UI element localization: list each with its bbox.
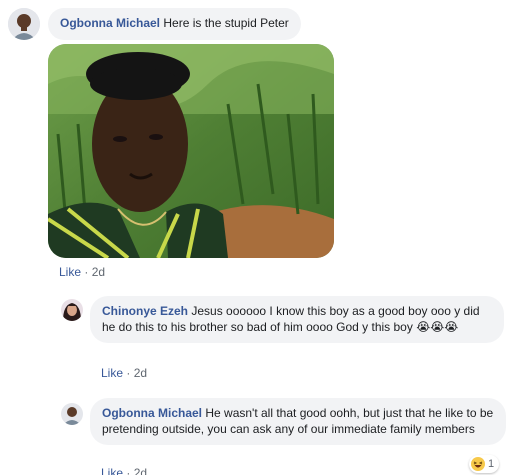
comment-author[interactable]: Ogbonna Michael (102, 406, 202, 420)
reply-bubble: Ogbonna Michael He wasn't all that good … (90, 398, 506, 445)
comment-author[interactable]: Ogbonna Michael (60, 16, 160, 30)
comment-meta: Like · 2d (101, 466, 147, 475)
profile-photo-icon (61, 403, 83, 425)
like-link[interactable]: Like (101, 466, 123, 475)
comment-text: Here is the stupid Peter (163, 16, 289, 30)
reply-bubble: Chinonye Ezeh Jesus oooooo I know this b… (90, 296, 504, 343)
profile-photo-icon (8, 8, 40, 40)
comment-meta: Like · 2d (59, 265, 106, 279)
reaction-count: 1 (488, 458, 495, 470)
like-link[interactable]: Like (101, 366, 123, 380)
comment-meta: Like · 2d (101, 366, 148, 380)
avatar-chinonye-ezeh[interactable] (61, 299, 83, 321)
comment-bubble: Ogbonna Michael Here is the stupid Peter (48, 8, 301, 40)
selfie-photo (48, 44, 334, 258)
comment-author[interactable]: Chinonye Ezeh (102, 304, 188, 318)
profile-photo-icon (61, 299, 83, 321)
crying-face-emoji: 😭😭😭 (416, 320, 459, 334)
avatar-ogbonna-michael[interactable] (61, 403, 83, 425)
like-link[interactable]: Like (59, 265, 81, 279)
reaction-summary[interactable]: 1 (469, 455, 500, 473)
avatar-ogbonna-michael[interactable] (8, 8, 40, 40)
laughing-face-icon (471, 457, 485, 471)
comment-photo[interactable] (48, 44, 334, 258)
comment-time[interactable]: 2d (134, 466, 147, 475)
comment-time[interactable]: 2d (134, 366, 147, 380)
comment-time[interactable]: 2d (92, 265, 105, 279)
